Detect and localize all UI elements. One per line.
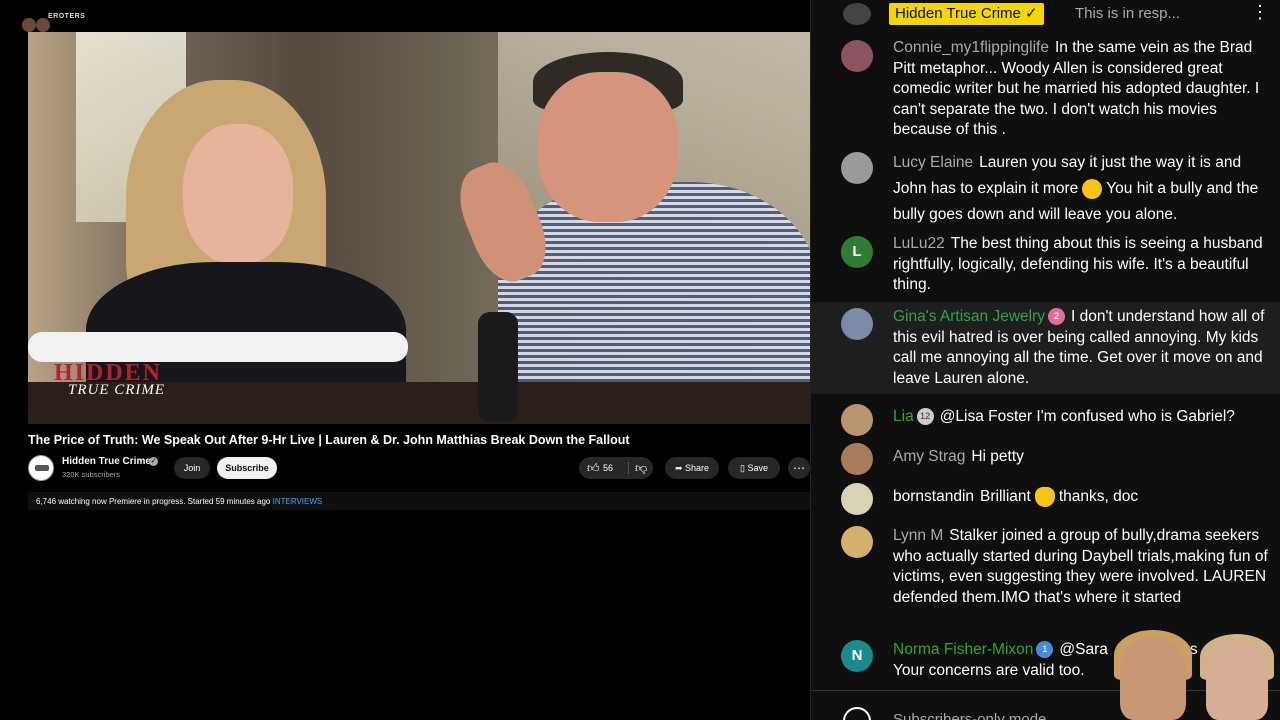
thumbs-up-icon[interactable]: 👍︎: [587, 457, 600, 479]
channel-name[interactable]: Hidden True Crime: [62, 456, 151, 467]
watching-count: 6,746 watching now: [36, 497, 107, 506]
like-dislike-group: 👍︎ 56 👎︎: [579, 457, 653, 479]
logo-ear-right: [36, 18, 50, 32]
member-badge-icon: 2: [1048, 308, 1065, 326]
subscriber-mode-text: Subscribers-only mode: [893, 711, 1047, 720]
subscribe-button[interactable]: Subscribe: [217, 457, 277, 479]
video-player-pane: EROTERS HIDDEN TRUE CRIME The Price of T…: [0, 0, 811, 720]
pinned-author-badge: Hidden True Crime ✓: [889, 3, 1044, 25]
chat-message-body: Connie_my1flippinglife In the same vein a…: [893, 38, 1277, 141]
chat-message-body: Lucy Elaine Lauren you say it just the wa…: [893, 150, 1277, 228]
chat-message: Connie_my1flippinglife In the same vein a…: [811, 38, 1280, 142]
user-avatar[interactable]: [841, 404, 873, 436]
rofl-emoji-icon: [1082, 178, 1103, 199]
subscriber-count: 320K subscribers: [62, 470, 120, 479]
chat-text: Brilliant: [980, 488, 1031, 506]
more-vert-icon[interactable]: ⋮: [1251, 2, 1269, 23]
chat-text: The best thing about this is seeing a hu…: [893, 235, 1263, 293]
user-avatar[interactable]: L: [841, 236, 873, 268]
chat-author[interactable]: Lucy Elaine: [893, 154, 973, 171]
join-button[interactable]: Join: [174, 457, 210, 479]
user-avatar[interactable]: N: [841, 640, 873, 672]
streamer-2-face: [1206, 642, 1268, 720]
user-avatar[interactable]: [841, 483, 873, 515]
chat-author[interactable]: Connie_my1flippinglife: [893, 39, 1049, 56]
more-actions-button[interactable]: ⋯: [788, 457, 810, 479]
subscriber-mode-icon: [843, 707, 871, 720]
share-label: Share: [685, 463, 710, 473]
description-box[interactable]: 6,746 watching now Premiere in progress.…: [28, 492, 811, 510]
like-count: 56: [603, 463, 614, 473]
thumbs-down-icon[interactable]: 👎︎: [635, 457, 647, 479]
video-watermark: HIDDEN TRUE CRIME: [50, 332, 200, 422]
watermark-small: TRUE CRIME: [68, 382, 166, 398]
live-chat-pane: Hidden True Crime ✓ This is in resp... ⋮…: [810, 0, 1280, 720]
chat-message-body: bornstandin Brilliant thanks, doc: [893, 487, 1277, 508]
user-avatar[interactable]: [841, 308, 873, 340]
like-divider: [628, 462, 629, 474]
streamer-1-face: [1120, 638, 1186, 720]
lightbulb-emoji-icon: [1034, 487, 1055, 507]
chat-author[interactable]: Amy Strag: [893, 448, 965, 465]
host-man-face: [538, 72, 678, 222]
chat-message-member: Lia 12 @Lisa Foster I'm confused who is Ga…: [811, 404, 1280, 436]
chat-author[interactable]: bornstandin: [893, 488, 974, 505]
chat-message: Amy Strag Hi petty: [811, 443, 1280, 475]
chat-author[interactable]: Gina's Artisan Jewelry: [893, 308, 1045, 325]
video-title: The Price of Truth: We Speak Out After 9…: [28, 433, 630, 447]
chat-message-body: Lia 12 @Lisa Foster I'm confused who is Ga…: [893, 407, 1277, 428]
host-woman-face: [183, 124, 293, 264]
chat-message: bornstandin Brilliant thanks, doc: [811, 482, 1280, 516]
chat-text-cont: thanks, doc: [1058, 488, 1139, 506]
chat-text: @Lisa Foster I'm confused who is Gabriel…: [939, 408, 1235, 425]
pinned-author-avatar: [843, 3, 871, 25]
chat-message: Lynn M Stalker joined a group of bully,dr…: [811, 524, 1280, 630]
microphone: [478, 312, 518, 422]
chat-text: Stalker joined a group of bully,drama se…: [893, 527, 1268, 606]
video-frame[interactable]: HIDDEN TRUE CRIME: [28, 32, 811, 424]
chat-text: @Sara: [1059, 641, 1108, 658]
verified-check-icon: ✓: [149, 457, 158, 466]
share-icon: ➦: [674, 463, 685, 473]
chat-message-body: Lynn M Stalker joined a group of bully,dr…: [893, 526, 1277, 608]
chat-message-body: Gina's Artisan Jewelry 2 I don't understan…: [893, 307, 1277, 389]
streamer-cam-overlay: [1110, 630, 1280, 720]
corner-logo-text: EROTERS: [48, 13, 86, 20]
chat-author[interactable]: LuLu22: [893, 235, 945, 252]
chat-text: Hi petty: [971, 448, 1024, 465]
user-avatar[interactable]: [841, 40, 873, 72]
chat-text-line2: Your concerns are valid too.: [893, 661, 1085, 679]
chat-author[interactable]: Lia: [893, 408, 914, 425]
chat-message: L LuLu22 The best thing about this is see…: [811, 234, 1280, 298]
member-badge-icon: 1: [1036, 641, 1054, 659]
member-badge-icon: 12: [916, 408, 934, 426]
chat-message-body: LuLu22 The best thing about this is seein…: [893, 234, 1277, 296]
chat-author[interactable]: Lynn M: [893, 527, 943, 544]
premiere-status: Premiere in progress. Started 59 minutes…: [108, 497, 271, 506]
channel-corner-logo: EROTERS: [18, 12, 90, 34]
pinned-message-bar[interactable]: Hidden True Crime ✓ This is in resp... ⋮: [811, 0, 1280, 38]
pinned-message-text: This is in resp...: [1075, 5, 1181, 22]
hashtag-link[interactable]: INTERVIEWS: [273, 497, 323, 506]
logo-ear-left: [22, 18, 36, 32]
channel-row: Hidden True Crime ✓ 320K subscribers Joi…: [28, 455, 811, 481]
user-avatar[interactable]: [841, 443, 873, 475]
user-avatar[interactable]: [841, 526, 873, 558]
chat-author[interactable]: Norma Fisher-Mixon: [893, 641, 1033, 658]
save-label: Save: [747, 463, 768, 473]
user-avatar[interactable]: [841, 152, 873, 184]
channel-avatar[interactable]: [28, 455, 54, 481]
save-button[interactable]: ▯ Save: [728, 457, 780, 479]
chat-message-body: Amy Strag Hi petty: [893, 447, 1277, 468]
chat-message-member: Gina's Artisan Jewelry 2 I don't understan…: [811, 302, 1280, 394]
chat-message: Lucy Elaine Lauren you say it just the wa…: [811, 150, 1280, 226]
share-button[interactable]: ➦ Share: [665, 457, 719, 479]
